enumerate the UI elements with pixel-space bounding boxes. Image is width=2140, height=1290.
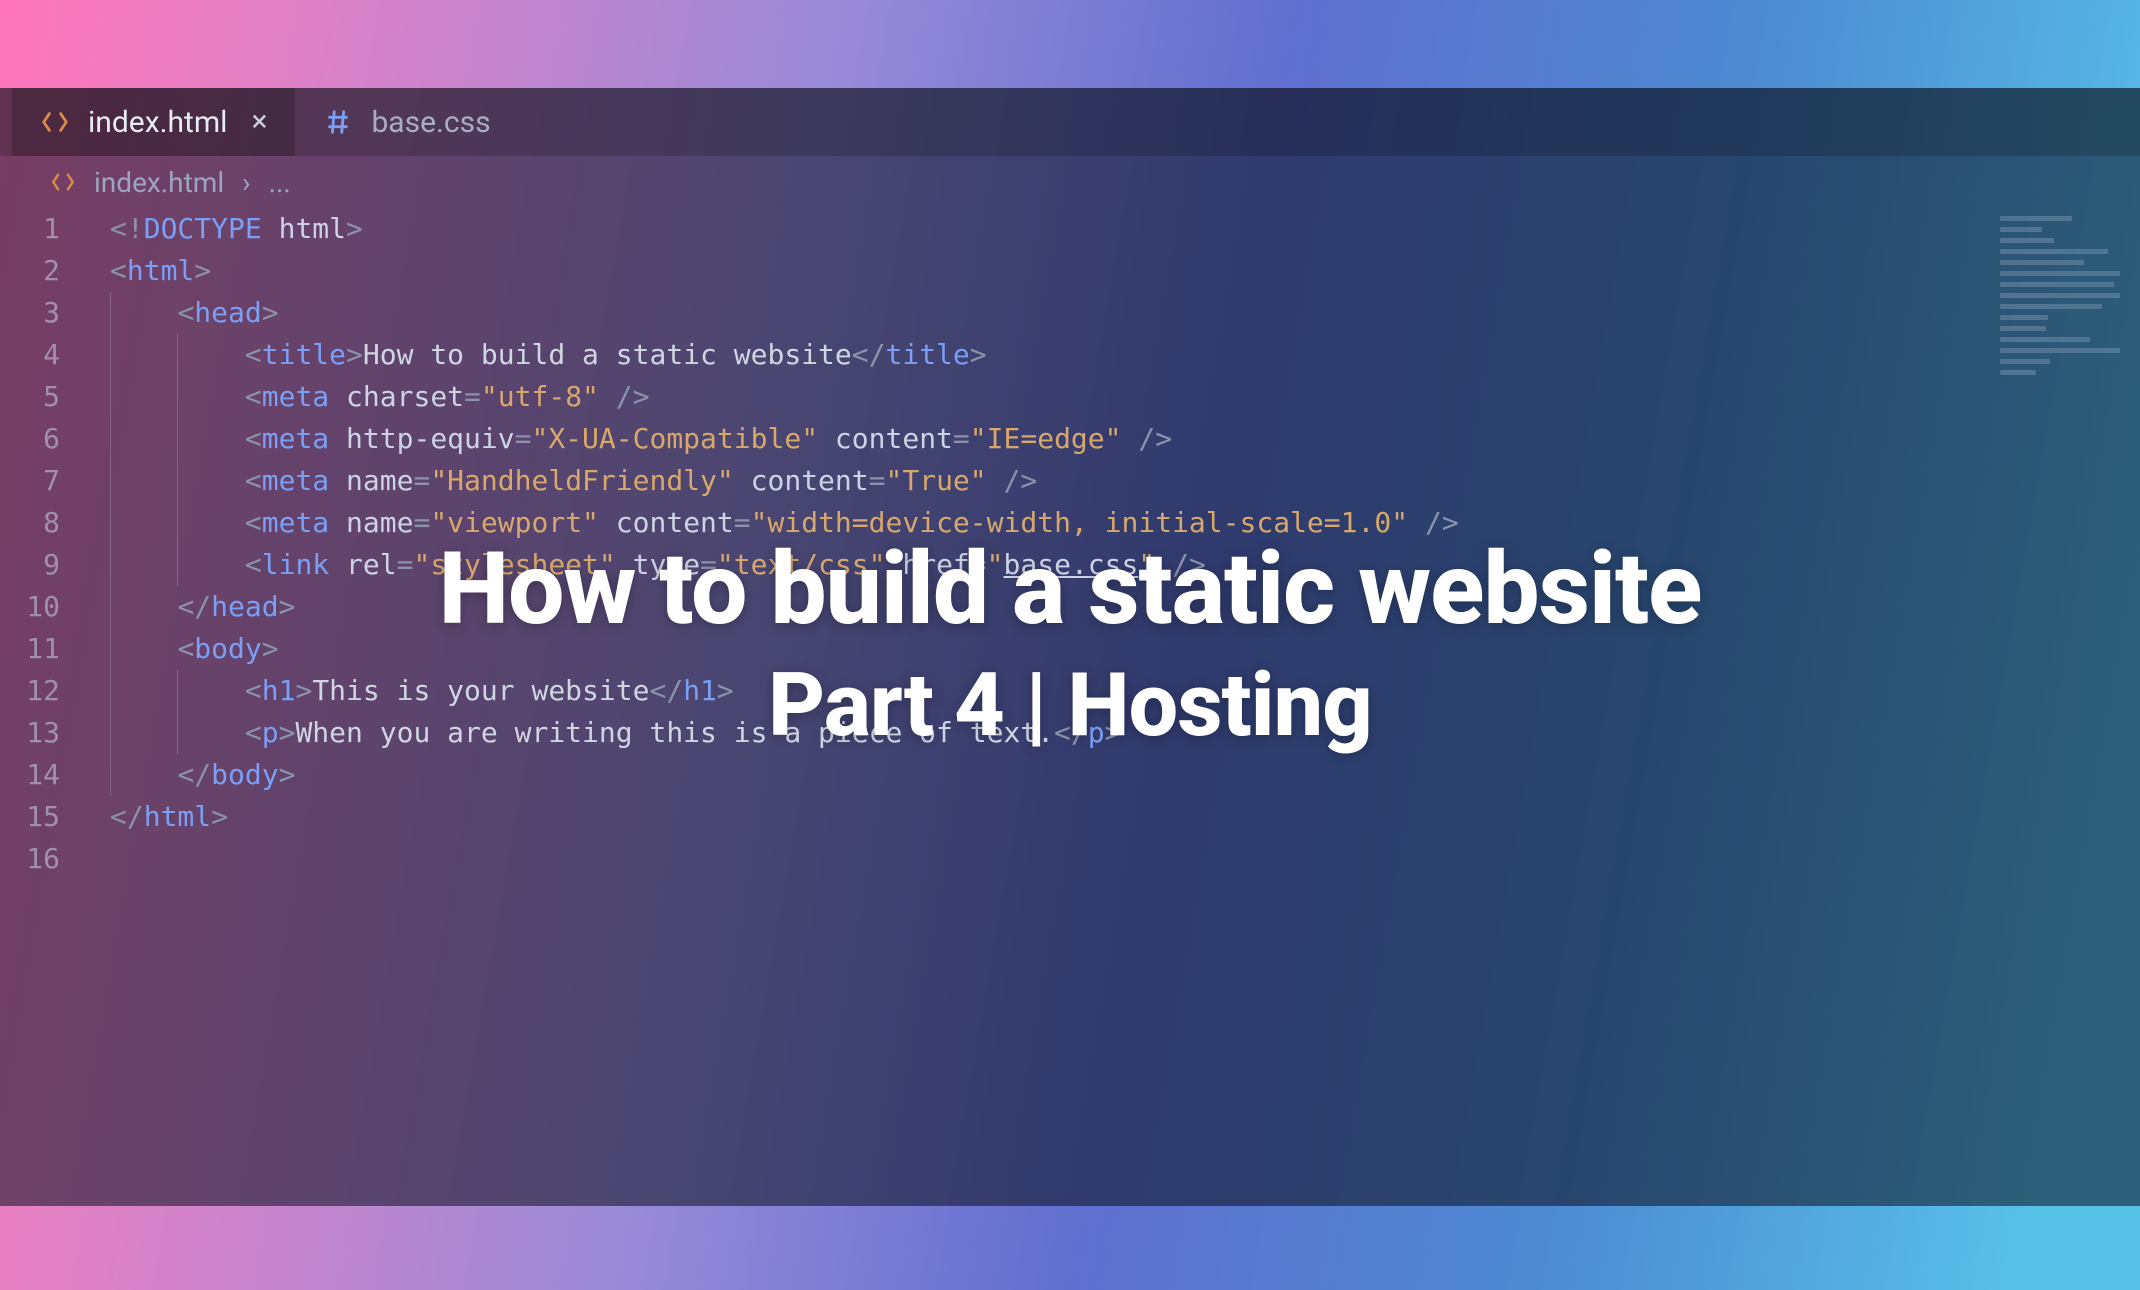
tab-bar: index.html × base.css: [0, 88, 2140, 156]
line-number: 11: [0, 628, 90, 670]
code-content: <p>When you are writing this is a piece …: [90, 712, 1121, 754]
line-number: 6: [0, 418, 90, 460]
code-content: <meta name="viewport" content="width=dev…: [90, 502, 1459, 544]
line-number: 9: [0, 544, 90, 586]
tab-index-html[interactable]: index.html ×: [12, 88, 295, 156]
line-number: 4: [0, 334, 90, 376]
code-line: 12 <h1>This is your website</h1>: [0, 670, 2140, 712]
code-line: 11 <body>: [0, 628, 2140, 670]
code-icon: [50, 169, 76, 195]
code-line: 5 <meta charset="utf-8" />: [0, 376, 2140, 418]
tab-label: index.html: [88, 105, 227, 140]
line-number: 5: [0, 376, 90, 418]
tab-base-css[interactable]: base.css: [295, 88, 518, 156]
code-area[interactable]: 1<!DOCTYPE html>2<html>3 <head>4 <title>…: [0, 208, 2140, 880]
breadcrumb-separator: ›: [242, 166, 250, 199]
line-number: 8: [0, 502, 90, 544]
code-content: </head>: [90, 586, 295, 628]
code-content: <meta http-equiv="X-UA-Compatible" conte…: [90, 418, 1172, 460]
code-content: <!DOCTYPE html>: [90, 208, 363, 250]
code-line: 16: [0, 838, 2140, 880]
line-number: 14: [0, 754, 90, 796]
code-line: 7 <meta name="HandheldFriendly" content=…: [0, 460, 2140, 502]
code-icon: [40, 107, 70, 137]
line-number: 3: [0, 292, 90, 334]
breadcrumb: index.html › ...: [0, 156, 2140, 208]
code-line: 3 <head>: [0, 292, 2140, 334]
code-content: <title>How to build a static website</ti…: [90, 334, 987, 376]
code-content: <body>: [90, 628, 279, 670]
line-number: 15: [0, 796, 90, 838]
code-content: <link rel="stylesheet" type="text/css" h…: [90, 544, 1206, 586]
breadcrumb-file: index.html: [94, 166, 224, 199]
tab-label: base.css: [371, 105, 490, 140]
hash-icon: [323, 107, 353, 137]
line-number: 13: [0, 712, 90, 754]
code-content: <h1>This is your website</h1>: [90, 670, 734, 712]
code-content: <html>: [90, 250, 211, 292]
code-line: 13 <p>When you are writing this is a pie…: [0, 712, 2140, 754]
code-content: <head>: [90, 292, 279, 334]
code-line: 14 </body>: [0, 754, 2140, 796]
line-number: 1: [0, 208, 90, 250]
code-line: 15</html>: [0, 796, 2140, 838]
editor-window: index.html × base.css index.html › ... 1<!…: [0, 88, 2140, 1206]
code-content: <meta charset="utf-8" />: [90, 376, 650, 418]
line-number: 16: [0, 838, 90, 880]
code-line: 8 <meta name="viewport" content="width=d…: [0, 502, 2140, 544]
close-icon[interactable]: ×: [251, 107, 267, 137]
line-number: 7: [0, 460, 90, 502]
code-line: 10 </head>: [0, 586, 2140, 628]
code-line: 4 <title>How to build a static website</…: [0, 334, 2140, 376]
breadcrumb-tail: ...: [269, 166, 291, 199]
code-content: </body>: [90, 754, 295, 796]
code-line: 2<html>: [0, 250, 2140, 292]
code-content: </html>: [90, 796, 228, 838]
line-number: 12: [0, 670, 90, 712]
code-line: 6 <meta http-equiv="X-UA-Compatible" con…: [0, 418, 2140, 460]
line-number: 10: [0, 586, 90, 628]
code-line: 9 <link rel="stylesheet" type="text/css"…: [0, 544, 2140, 586]
code-line: 1<!DOCTYPE html>: [0, 208, 2140, 250]
code-content: <meta name="HandheldFriendly" content="T…: [90, 460, 1037, 502]
line-number: 2: [0, 250, 90, 292]
